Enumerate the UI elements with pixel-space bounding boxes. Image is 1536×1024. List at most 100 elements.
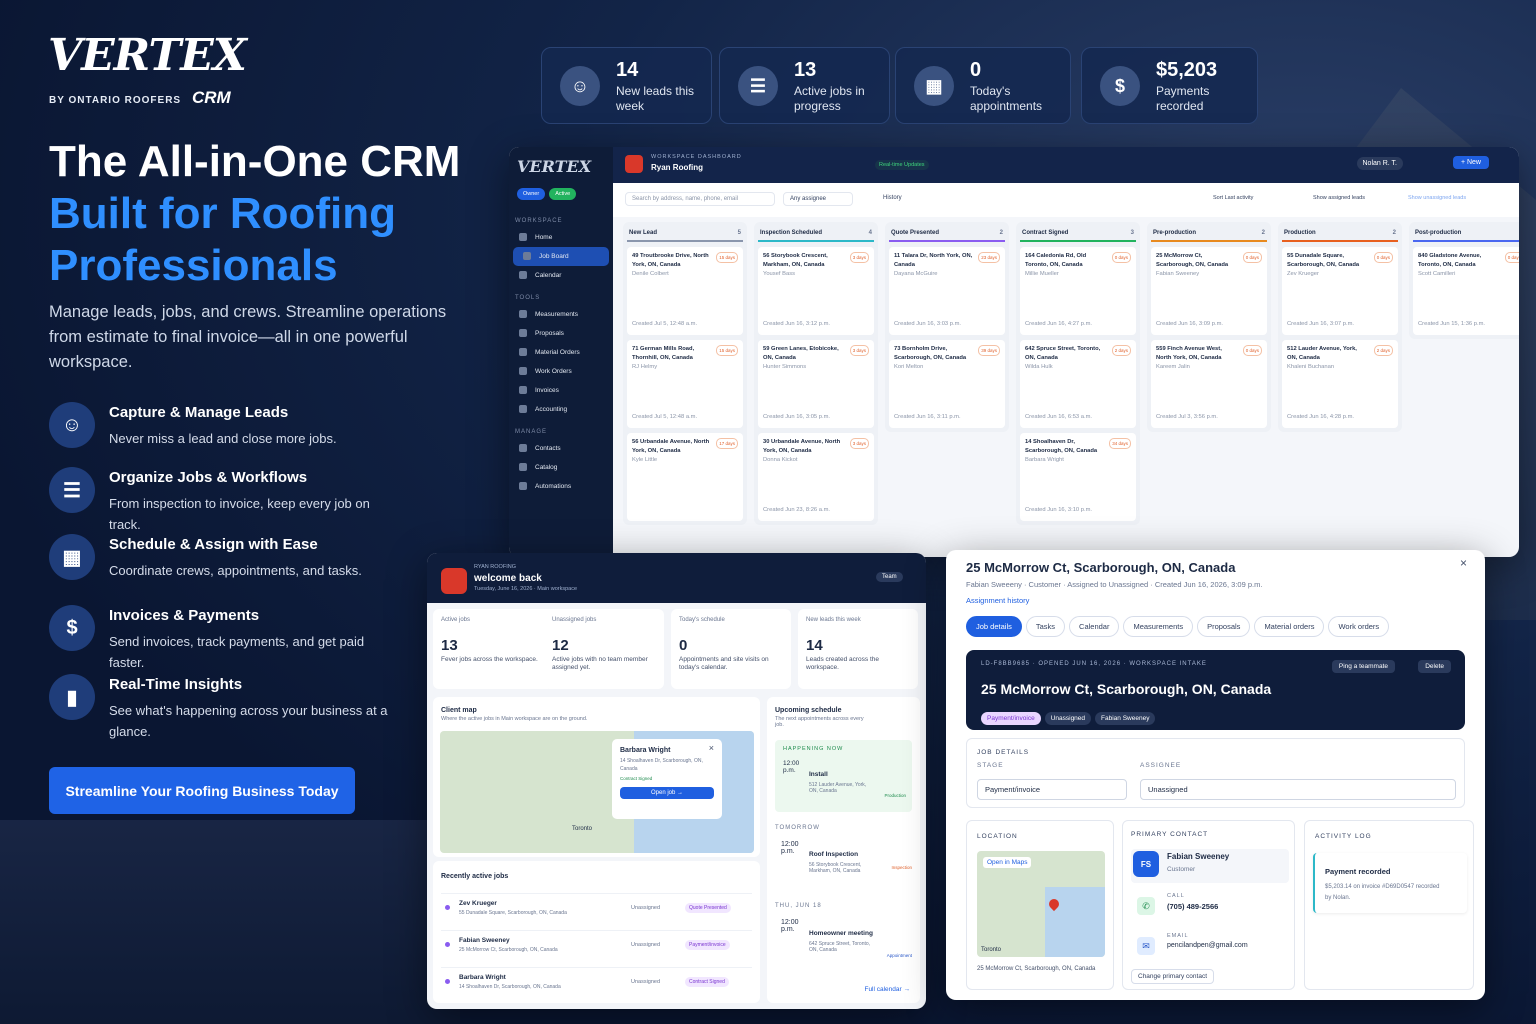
- detail-hero: LD-F8BB9685 · OPENED JUN 16, 2026 · WORK…: [966, 650, 1465, 730]
- activity-log-label: ACTIVITY LOG: [1315, 833, 1372, 840]
- tab-measurements[interactable]: Measurements: [1123, 616, 1194, 637]
- job-card[interactable]: 164 Caledonia Rd, Old Toronto, ON, Canad…: [1020, 247, 1136, 335]
- event-time: 12:00 p.m.: [781, 919, 799, 933]
- tab-proposals[interactable]: Proposals: [1197, 616, 1251, 637]
- card-days: 23 days: [978, 252, 1000, 263]
- show-assigned-toggle[interactable]: Show assigned leads: [1313, 195, 1365, 201]
- job-card[interactable]: 14 Shoalhaven Dr, Scarborough, ON, Canad…: [1020, 433, 1136, 521]
- recent-job-row[interactable]: Fabian Sweeney 25 McMorrow Ct, Scarboroug…: [441, 930, 752, 960]
- sidebar-item-measurements[interactable]: Measurements: [509, 305, 613, 324]
- job-card[interactable]: 59 Green Lanes, Etobicoke, ON, Canada 3 d…: [758, 340, 874, 428]
- card-address: 49 Troutbrooke Drive, North York, ON, Ca…: [632, 253, 709, 268]
- sidebar-item-home[interactable]: Home: [509, 228, 613, 247]
- dollar-icon: $: [49, 605, 95, 651]
- bar-chart-icon: ▮: [49, 674, 95, 720]
- delete-button[interactable]: Delete: [1418, 660, 1451, 673]
- card-days: 3 days: [849, 252, 869, 263]
- sidebar-item-proposals[interactable]: Proposals: [509, 324, 613, 343]
- contact-name: Fabian Sweeney: [1167, 852, 1230, 861]
- tab-material-orders[interactable]: Material orders: [1254, 616, 1325, 637]
- stat-label: Payments recorded: [1156, 84, 1210, 113]
- assignee-filter[interactable]: Any assignee: [783, 192, 853, 206]
- contact-phone[interactable]: (705) 489-2566: [1167, 902, 1218, 911]
- open-in-maps-link[interactable]: Open in Maps: [983, 857, 1032, 868]
- job-board-window: VERTEX Owner Active WORKSPACE Home Job Bo…: [509, 147, 1519, 557]
- close-icon[interactable]: ×: [1460, 556, 1467, 570]
- job-card[interactable]: 55 Dunadale Square, Scarborough, ON, Can…: [1282, 247, 1398, 335]
- job-card[interactable]: 642 Spruce Street, Toronto, ON, Canada 2 …: [1020, 340, 1136, 428]
- job-card[interactable]: 56 Storybook Crescent, Markham, ON, Cana…: [758, 247, 874, 335]
- activity-log-card: ACTIVITY LOG Payment recorded $5,203.14 …: [1304, 820, 1474, 990]
- job-card[interactable]: 512 Lauder Avenue, York, ON, Canada 2 day…: [1282, 340, 1398, 428]
- sidebar-item-calendar[interactable]: Calendar: [509, 266, 613, 285]
- tab-job-details[interactable]: Job details: [966, 616, 1022, 637]
- new-button[interactable]: + New: [1452, 156, 1489, 169]
- ping-teammate-button[interactable]: Ping a teammate: [1331, 660, 1395, 673]
- sidebar-item-work-orders[interactable]: Work Orders: [509, 362, 613, 381]
- recent-job-row[interactable]: Barbara Wright 14 Shoalhaven Dr, Scarboro…: [441, 967, 752, 997]
- kanban-column: Post-production1 840 Gladstone Avenue, To…: [1409, 222, 1519, 339]
- job-card[interactable]: 559 Finch Avenue West, North York, ON, C…: [1151, 340, 1267, 428]
- card-contact: Millie Mueller: [1025, 271, 1059, 277]
- sidebar-item-invoices[interactable]: Invoices: [509, 381, 613, 400]
- job-card[interactable]: 56 Urbandale Avenue, North York, ON, Can…: [627, 433, 743, 521]
- sidebar-item-material-orders[interactable]: Material Orders: [509, 343, 613, 362]
- card-address: 56 Storybook Crescent, Markham, ON, Cana…: [763, 253, 828, 268]
- feature-insights: ▮ Real-Time Insights See what's happening …: [49, 674, 449, 744]
- tab-calendar[interactable]: Calendar: [1069, 616, 1120, 637]
- kpi-label: Today's schedule: [679, 617, 725, 623]
- users-icon: ☺: [49, 402, 95, 448]
- tab-tasks[interactable]: Tasks: [1025, 616, 1066, 637]
- card-contact: Kori Melton: [894, 364, 924, 370]
- contact-email[interactable]: pencilandpen@gmail.com: [1167, 942, 1248, 949]
- event-address: 56 Storybook Crescent, Markham, ON, Cana…: [809, 862, 862, 874]
- job-card[interactable]: 30 Urbandale Avenue, North York, ON, Can…: [758, 433, 874, 521]
- tab-work-orders[interactable]: Work orders: [1328, 616, 1390, 637]
- sidebar-item-catalog[interactable]: Catalog: [509, 458, 613, 477]
- job-card[interactable]: 49 Troutbrooke Drive, North York, ON, Ca…: [627, 247, 743, 335]
- job-card[interactable]: 840 Gladstone Avenue, Toronto, ON, Canad…: [1413, 247, 1519, 335]
- calendar-icon: ▦: [914, 66, 954, 106]
- full-calendar-link[interactable]: Full calendar →: [864, 986, 910, 993]
- hero-subtitle: Manage leads, jobs, and crews. Streamlin…: [49, 303, 447, 371]
- sidebar-item-automations[interactable]: Automations: [509, 477, 613, 496]
- sidebar-item-job-board[interactable]: Job Board: [513, 247, 609, 266]
- feature-desc: Never miss a lead and close more jobs.: [109, 431, 337, 446]
- assignee-select[interactable]: Unassigned: [1140, 779, 1456, 800]
- card-address: 55 Dunadale Square, Scarborough, ON, Can…: [1287, 253, 1360, 268]
- brand-byline: BY ONTARIO ROOFERS: [49, 95, 182, 106]
- stat-number: 13: [794, 59, 817, 81]
- cta-button[interactable]: Streamline Your Roofing Business Today: [49, 767, 355, 814]
- sidebar-item-contacts[interactable]: Contacts: [509, 439, 613, 458]
- job-card[interactable]: 25 McMorrow Ct, Scarborough, ON, Canada 0…: [1151, 247, 1267, 335]
- active-badge: Active: [549, 188, 577, 200]
- stage-select[interactable]: Payment/invoice: [977, 779, 1127, 800]
- user-menu[interactable]: Nolan R. T.: [1356, 157, 1403, 170]
- close-icon[interactable]: ×: [709, 743, 714, 753]
- recent-title: Recently active jobs: [441, 873, 509, 880]
- history-link[interactable]: History: [883, 195, 902, 201]
- change-contact-button[interactable]: Change primary contact: [1131, 969, 1215, 984]
- kanban-column: Contract Signed 3 164 Caledonia Rd, Old To…: [1016, 222, 1140, 525]
- job-card[interactable]: 71 German Mills Road, Thornhill, ON, Can…: [627, 340, 743, 428]
- job-card[interactable]: 73 Bornholm Drive, Scarborough, ON, Cana…: [889, 340, 1005, 428]
- event-time: 12:00 p.m.: [783, 760, 800, 774]
- sort-select[interactable]: Sort Last activity: [1213, 195, 1253, 201]
- stat-new-leads: ☺ 14 New leads this week: [541, 47, 712, 124]
- stat-payments: $ $5,203 Payments recorded: [1081, 47, 1258, 124]
- location-map[interactable]: Open in Maps Toronto: [977, 851, 1105, 957]
- job-card[interactable]: 11 Talara Dr, North York, ON, Canada 23 d…: [889, 247, 1005, 335]
- show-unassigned-toggle[interactable]: Show unassigned leads: [1408, 195, 1466, 201]
- client-map[interactable]: Toronto Barbara Wright 14 Shoalhaven Dr,…: [440, 731, 754, 853]
- card-contact: Hunter Simmons: [763, 364, 807, 370]
- sidebar-item-accounting[interactable]: Accounting: [509, 400, 613, 419]
- card-contact: Khaleni Buchanan: [1287, 364, 1335, 370]
- recent-job-row[interactable]: Zev Krueger 55 Dunadale Square, Scarborou…: [441, 893, 752, 923]
- search-input[interactable]: Search by address, name, phone, email: [625, 192, 775, 206]
- assignment-history-link[interactable]: Assignment history: [966, 596, 1029, 605]
- card-address: 59 Green Lanes, Etobicoke, ON, Canada: [763, 346, 839, 361]
- team-button[interactable]: Team: [876, 572, 903, 582]
- card-created: Created Jun 16, 4:27 p.m.: [1025, 321, 1093, 327]
- activity-desc: $5,203.14 on invoice #D69D0547 recorded …: [1325, 884, 1440, 901]
- open-job-button[interactable]: Open job →: [620, 787, 714, 799]
